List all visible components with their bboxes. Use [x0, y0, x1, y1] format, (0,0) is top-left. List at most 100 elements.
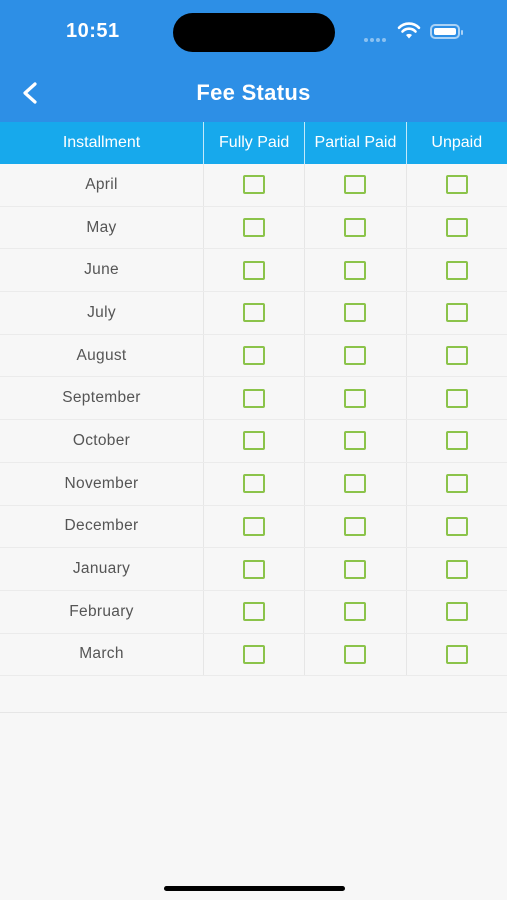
- fully-paid-cell: [203, 462, 304, 505]
- table-row: August: [0, 334, 507, 378]
- unpaid-checkbox[interactable]: [445, 346, 468, 366]
- fully-paid-checkbox[interactable]: [243, 388, 266, 408]
- table-row: November: [0, 462, 507, 506]
- installment-month: July: [87, 303, 116, 321]
- table-row: October: [0, 420, 507, 463]
- unpaid-cell: [405, 164, 507, 206]
- partial-paid-checkbox[interactable]: [344, 644, 367, 664]
- wifi-icon: [397, 22, 421, 39]
- unpaid-cell: [405, 292, 507, 334]
- unpaid-cell: [405, 420, 507, 462]
- dynamic-island: [173, 13, 335, 52]
- fully-paid-checkbox[interactable]: [243, 303, 266, 323]
- partial-paid-checkbox[interactable]: [344, 175, 367, 195]
- installment-month: November: [64, 474, 139, 492]
- fully-paid-cell: [203, 633, 304, 676]
- table-row: May: [0, 206, 507, 250]
- partial-paid-checkbox[interactable]: [344, 303, 367, 323]
- partial-paid-cell: [304, 292, 405, 334]
- fully-paid-cell: [203, 334, 304, 377]
- fully-paid-checkbox[interactable]: [243, 516, 266, 536]
- table-row: March: [0, 633, 507, 677]
- partial-paid-cell: [304, 420, 405, 462]
- installment-month: March: [79, 645, 124, 663]
- unpaid-checkbox[interactable]: [445, 388, 468, 408]
- partial-paid-checkbox[interactable]: [344, 559, 367, 579]
- partial-paid-cell: [304, 334, 405, 377]
- unpaid-cell: [405, 334, 507, 377]
- fully-paid-cell: [203, 206, 304, 249]
- partial-paid-checkbox[interactable]: [344, 516, 367, 536]
- column-header-partial-paid: Partial Paid: [304, 122, 405, 164]
- partial-paid-cell: [304, 249, 405, 292]
- installment-month: August: [76, 346, 127, 364]
- unpaid-checkbox[interactable]: [445, 218, 468, 238]
- battery-icon: [430, 24, 463, 39]
- unpaid-checkbox[interactable]: [445, 175, 468, 195]
- installment-month: December: [64, 517, 139, 535]
- table-row: September: [0, 377, 507, 421]
- unpaid-cell: [405, 206, 507, 249]
- partial-paid-checkbox[interactable]: [344, 346, 367, 366]
- unpaid-checkbox[interactable]: [445, 303, 468, 323]
- unpaid-checkbox[interactable]: [445, 431, 468, 451]
- table-row: July: [0, 292, 507, 335]
- fully-paid-cell: [203, 420, 304, 462]
- partial-paid-checkbox[interactable]: [344, 388, 367, 408]
- unpaid-checkbox[interactable]: [445, 474, 468, 494]
- divider: [0, 712, 507, 713]
- partial-paid-checkbox[interactable]: [344, 218, 367, 238]
- partial-paid-cell: [304, 505, 405, 548]
- table-header: Installment Fully Paid Partial Paid Unpa…: [0, 122, 507, 164]
- unpaid-cell: [405, 590, 507, 633]
- partial-paid-checkbox[interactable]: [344, 431, 367, 451]
- fully-paid-checkbox[interactable]: [243, 218, 266, 238]
- installment-month: October: [72, 431, 131, 449]
- unpaid-checkbox[interactable]: [445, 644, 468, 664]
- unpaid-cell: [405, 548, 507, 590]
- unpaid-cell: [405, 377, 507, 420]
- installment-month: January: [72, 560, 131, 578]
- table-row: January: [0, 548, 507, 591]
- partial-paid-cell: [304, 206, 405, 249]
- app-bar: 10:51 Fee Status: [0, 0, 507, 122]
- partial-paid-cell: [304, 164, 405, 206]
- unpaid-cell: [405, 462, 507, 505]
- fully-paid-cell: [203, 249, 304, 292]
- column-header-installment: Installment: [62, 134, 141, 151]
- home-indicator[interactable]: [164, 886, 345, 891]
- fully-paid-checkbox[interactable]: [243, 260, 266, 280]
- column-header-unpaid: Unpaid: [405, 122, 507, 164]
- partial-paid-cell: [304, 462, 405, 505]
- fully-paid-checkbox[interactable]: [243, 602, 266, 622]
- unpaid-checkbox[interactable]: [445, 260, 468, 280]
- unpaid-cell: [405, 633, 507, 676]
- fully-paid-checkbox[interactable]: [243, 431, 266, 451]
- partial-paid-checkbox[interactable]: [344, 474, 367, 494]
- page-title: Fee Status: [196, 80, 311, 105]
- fully-paid-checkbox[interactable]: [243, 346, 266, 366]
- partial-paid-checkbox[interactable]: [344, 602, 367, 622]
- column-header-fully-paid: Fully Paid: [203, 122, 304, 164]
- fully-paid-checkbox[interactable]: [243, 474, 266, 494]
- installment-month: April: [85, 175, 118, 193]
- partial-paid-checkbox[interactable]: [344, 260, 367, 280]
- partial-paid-cell: [304, 590, 405, 633]
- unpaid-checkbox[interactable]: [445, 516, 468, 536]
- status-bar-time: 10:51: [66, 20, 120, 42]
- table-row: April: [0, 164, 507, 207]
- unpaid-checkbox[interactable]: [445, 559, 468, 579]
- cellular-signal-icon: [364, 29, 390, 42]
- unpaid-checkbox[interactable]: [445, 602, 468, 622]
- fee-table-body: April May June July August September October No…: [0, 164, 507, 677]
- installment-month: May: [86, 218, 117, 236]
- fully-paid-checkbox[interactable]: [243, 644, 266, 664]
- fully-paid-cell: [203, 292, 304, 334]
- fully-paid-cell: [203, 164, 304, 206]
- fully-paid-checkbox[interactable]: [243, 559, 266, 579]
- unpaid-cell: [405, 505, 507, 548]
- fully-paid-checkbox[interactable]: [243, 175, 266, 195]
- fully-paid-cell: [203, 377, 304, 420]
- partial-paid-cell: [304, 377, 405, 420]
- fully-paid-cell: [203, 548, 304, 590]
